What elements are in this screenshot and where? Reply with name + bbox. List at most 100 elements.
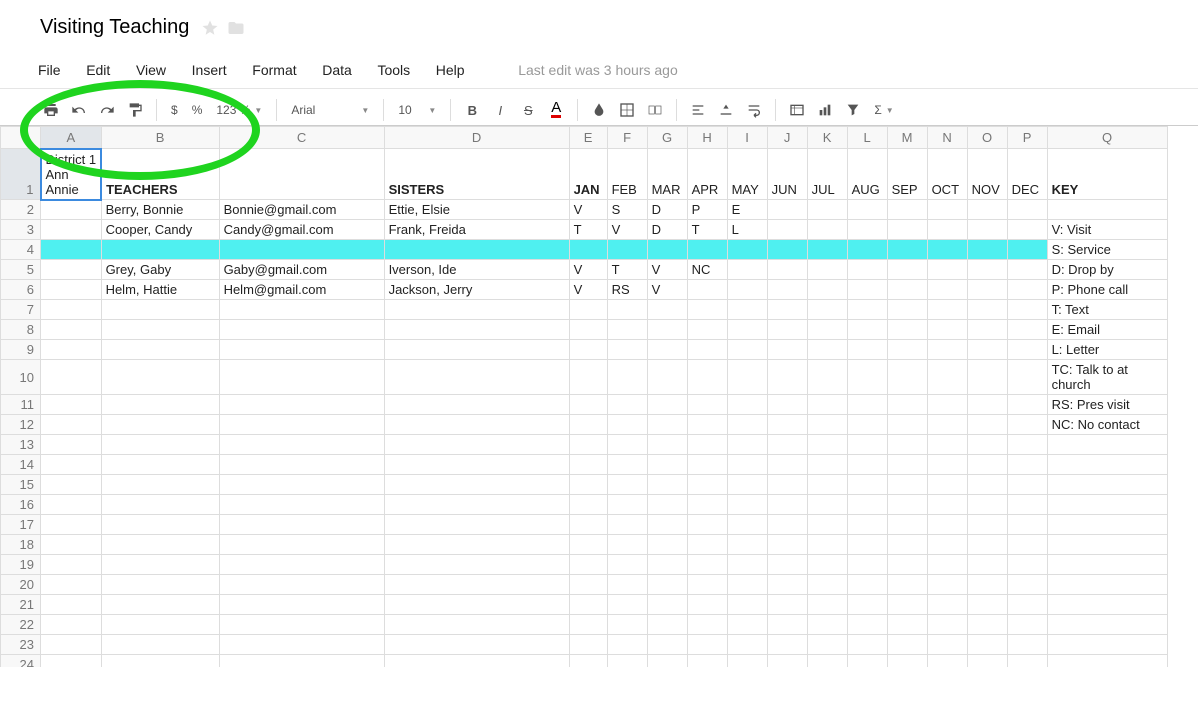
cell-C19[interactable]: [219, 555, 384, 575]
cell-O2[interactable]: [967, 200, 1007, 220]
cell-L24[interactable]: [847, 655, 887, 668]
cell-A22[interactable]: [41, 615, 102, 635]
cell-D22[interactable]: [384, 615, 569, 635]
cell-G18[interactable]: [647, 535, 687, 555]
cell-E24[interactable]: [569, 655, 607, 668]
col-header-Q[interactable]: Q: [1047, 127, 1167, 149]
cell-M19[interactable]: [887, 555, 927, 575]
cell-O4[interactable]: [967, 240, 1007, 260]
cell-H8[interactable]: [687, 320, 727, 340]
cell-A8[interactable]: [41, 320, 102, 340]
document-title[interactable]: Visiting Teaching: [40, 16, 189, 39]
cell-O6[interactable]: [967, 280, 1007, 300]
cell-M13[interactable]: [887, 435, 927, 455]
cell-E8[interactable]: [569, 320, 607, 340]
row-header-22[interactable]: 22: [1, 615, 41, 635]
cell-K19[interactable]: [807, 555, 847, 575]
row-header-18[interactable]: 18: [1, 535, 41, 555]
cell-B9[interactable]: [101, 340, 219, 360]
cell-F24[interactable]: [607, 655, 647, 668]
col-header-D[interactable]: D: [384, 127, 569, 149]
cell-P18[interactable]: [1007, 535, 1047, 555]
cell-J2[interactable]: [767, 200, 807, 220]
cell-H13[interactable]: [687, 435, 727, 455]
cell-L7[interactable]: [847, 300, 887, 320]
insert-chart-icon[interactable]: [812, 98, 838, 122]
cell-N15[interactable]: [927, 475, 967, 495]
cell-F20[interactable]: [607, 575, 647, 595]
cell-K11[interactable]: [807, 395, 847, 415]
cell-M8[interactable]: [887, 320, 927, 340]
cell-E17[interactable]: [569, 515, 607, 535]
cell-J3[interactable]: [767, 220, 807, 240]
cell-H3[interactable]: T: [687, 220, 727, 240]
cell-K9[interactable]: [807, 340, 847, 360]
cell-A20[interactable]: [41, 575, 102, 595]
cell-O12[interactable]: [967, 415, 1007, 435]
menu-help[interactable]: Help: [436, 62, 465, 78]
cell-H11[interactable]: [687, 395, 727, 415]
cell-N2[interactable]: [927, 200, 967, 220]
cell-B15[interactable]: [101, 475, 219, 495]
cell-E14[interactable]: [569, 455, 607, 475]
cell-D7[interactable]: [384, 300, 569, 320]
cell-E11[interactable]: [569, 395, 607, 415]
cell-C1[interactable]: [219, 149, 384, 200]
cell-J23[interactable]: [767, 635, 807, 655]
row-header-23[interactable]: 23: [1, 635, 41, 655]
cell-K16[interactable]: [807, 495, 847, 515]
cell-H21[interactable]: [687, 595, 727, 615]
cell-G20[interactable]: [647, 575, 687, 595]
cell-N22[interactable]: [927, 615, 967, 635]
cell-E22[interactable]: [569, 615, 607, 635]
cell-J17[interactable]: [767, 515, 807, 535]
row-header-13[interactable]: 13: [1, 435, 41, 455]
cell-H24[interactable]: [687, 655, 727, 668]
cell-L19[interactable]: [847, 555, 887, 575]
cell-F16[interactable]: [607, 495, 647, 515]
cell-H17[interactable]: [687, 515, 727, 535]
cell-O7[interactable]: [967, 300, 1007, 320]
cell-B24[interactable]: [101, 655, 219, 668]
cell-Q21[interactable]: [1047, 595, 1167, 615]
cell-E15[interactable]: [569, 475, 607, 495]
cell-G16[interactable]: [647, 495, 687, 515]
cell-C11[interactable]: [219, 395, 384, 415]
cell-G19[interactable]: [647, 555, 687, 575]
insert-link-icon[interactable]: [784, 98, 810, 122]
cell-F17[interactable]: [607, 515, 647, 535]
cell-I16[interactable]: [727, 495, 767, 515]
cell-F8[interactable]: [607, 320, 647, 340]
fill-color-icon[interactable]: [586, 98, 612, 122]
cell-B14[interactable]: [101, 455, 219, 475]
row-header-10[interactable]: 10: [1, 360, 41, 395]
cell-Q18[interactable]: [1047, 535, 1167, 555]
cell-K12[interactable]: [807, 415, 847, 435]
cell-A16[interactable]: [41, 495, 102, 515]
cell-H10[interactable]: [687, 360, 727, 395]
cell-I14[interactable]: [727, 455, 767, 475]
functions-button[interactable]: Σ ▼: [868, 98, 899, 122]
cell-N20[interactable]: [927, 575, 967, 595]
cell-L6[interactable]: [847, 280, 887, 300]
cell-I4[interactable]: [727, 240, 767, 260]
cell-E16[interactable]: [569, 495, 607, 515]
cell-A10[interactable]: [41, 360, 102, 395]
cell-Q12[interactable]: NC: No contact: [1047, 415, 1167, 435]
cell-F11[interactable]: [607, 395, 647, 415]
select-all-corner[interactable]: [1, 127, 41, 149]
cell-A6[interactable]: [41, 280, 102, 300]
cell-P17[interactable]: [1007, 515, 1047, 535]
cell-B18[interactable]: [101, 535, 219, 555]
cell-A15[interactable]: [41, 475, 102, 495]
menu-file[interactable]: File: [38, 62, 61, 78]
font-size-select[interactable]: 10▼: [392, 98, 442, 122]
cell-B11[interactable]: [101, 395, 219, 415]
cell-F22[interactable]: [607, 615, 647, 635]
cell-M16[interactable]: [887, 495, 927, 515]
cell-D6[interactable]: Jackson, Jerry: [384, 280, 569, 300]
cell-J24[interactable]: [767, 655, 807, 668]
cell-B10[interactable]: [101, 360, 219, 395]
cell-K3[interactable]: [807, 220, 847, 240]
col-header-J[interactable]: J: [767, 127, 807, 149]
